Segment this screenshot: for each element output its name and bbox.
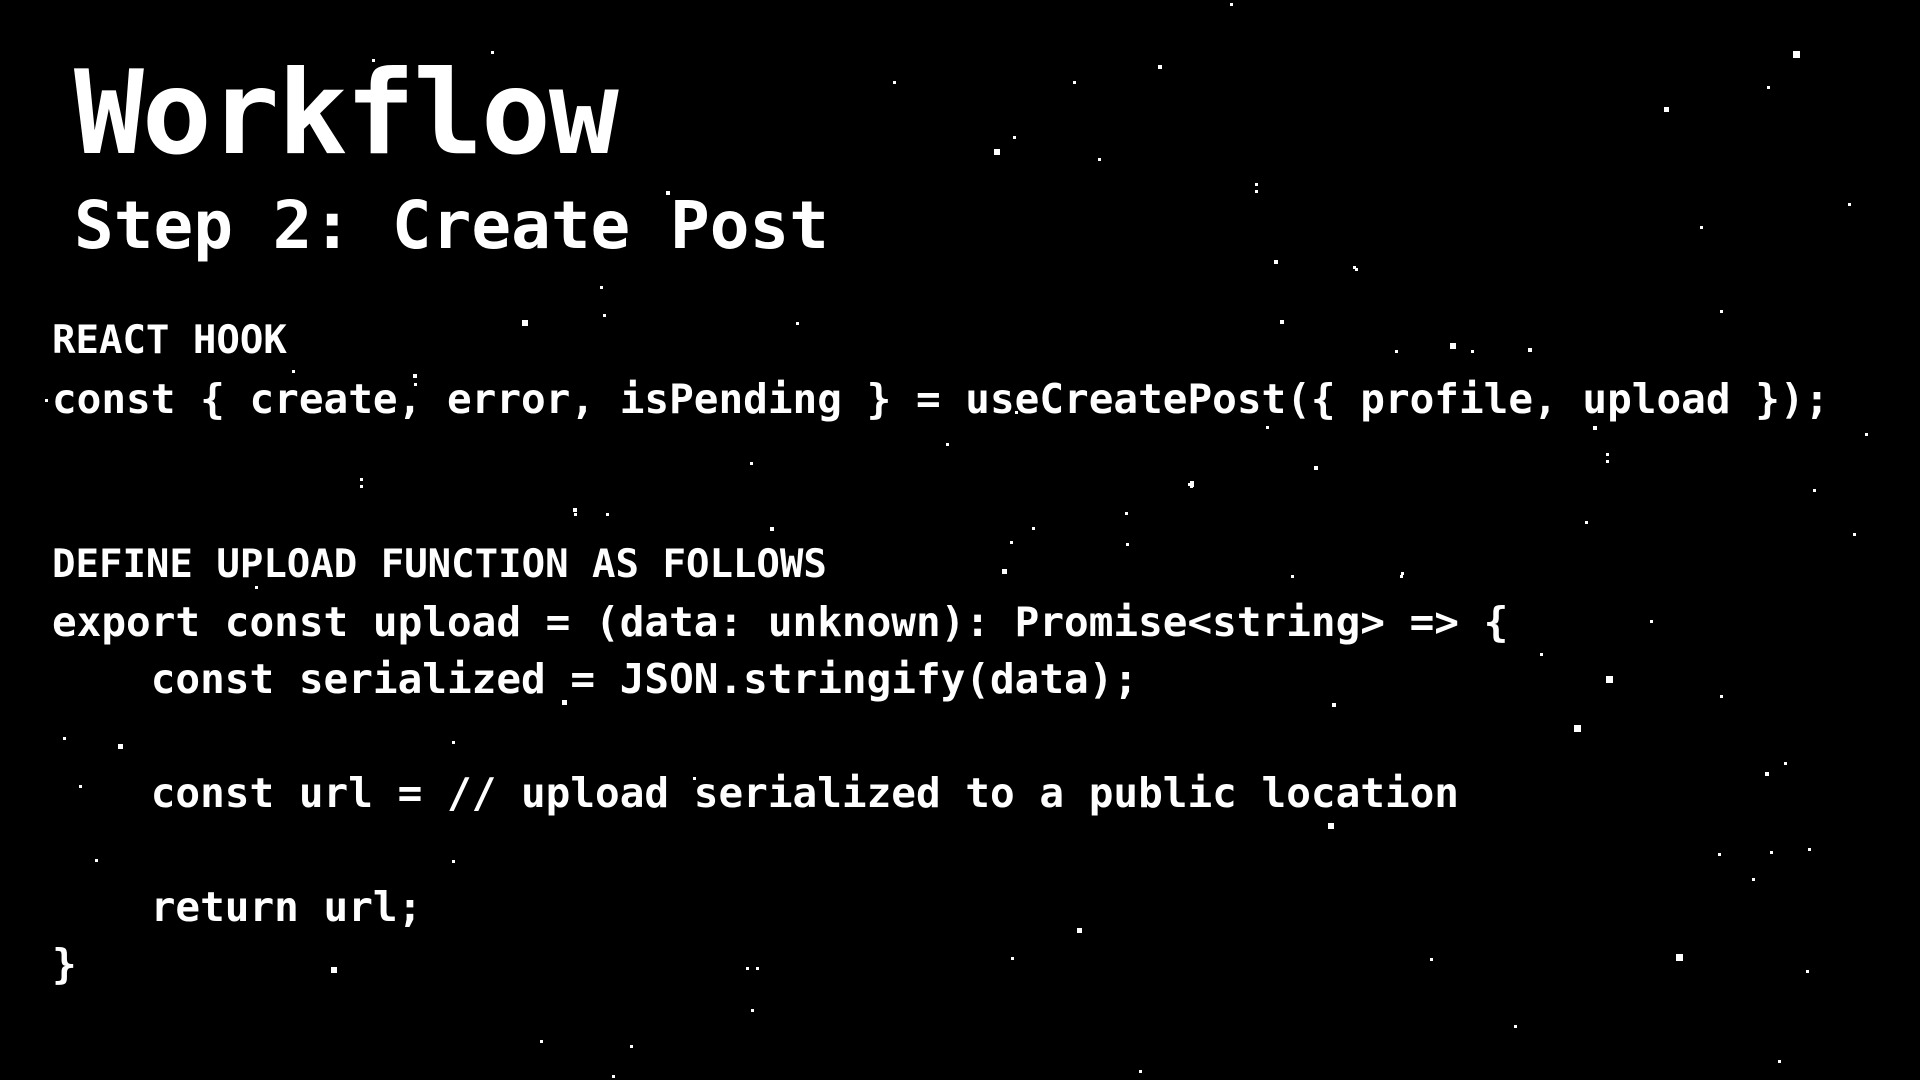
- hook-code-line: const { create, error, isPending } = use…: [52, 375, 1830, 423]
- code-line-url: const url = // upload serialized to a pu…: [52, 769, 1459, 817]
- code-line-return: return url;: [52, 883, 423, 931]
- code-line-closing-brace: }: [52, 940, 77, 988]
- slide-subtitle: Step 2: Create Post: [74, 187, 829, 264]
- upload-function-label: DEFINE UPLOAD FUNCTION AS FOLLOWS: [52, 542, 827, 587]
- code-line-export: export const upload = (data: unknown): P…: [52, 598, 1509, 646]
- slide-title: Workflow: [74, 46, 619, 181]
- react-hook-label: REACT HOOK: [52, 318, 287, 363]
- presentation-slide: Workflow Step 2: Create Post REACT HOOK …: [0, 0, 1920, 1080]
- code-line-serialized: const serialized = JSON.stringify(data);: [52, 655, 1139, 703]
